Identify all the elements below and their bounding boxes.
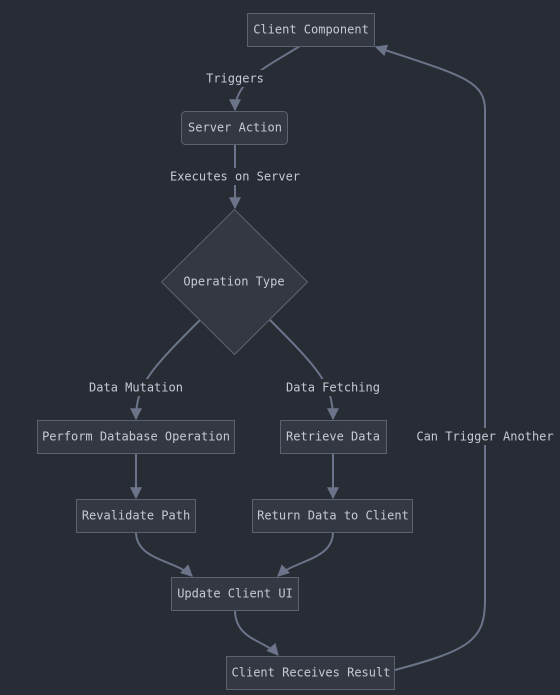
svg-text:Data Fetching: Data Fetching (286, 381, 380, 395)
svg-text:Triggers: Triggers (206, 72, 264, 86)
svg-text:Server Action: Server Action (188, 121, 282, 135)
node-return-data: Return Data to Client (252, 499, 413, 533)
label-fetching: Data Fetching (283, 379, 383, 396)
node-operation-type: Operation Type (160, 208, 309, 356)
svg-text:Revalidate Path: Revalidate Path (82, 509, 190, 523)
svg-text:Retrieve Data: Retrieve Data (286, 430, 380, 444)
node-update-ui: Update Client UI (171, 577, 299, 611)
node-client-receives: Client Receives Result (226, 656, 395, 690)
svg-text:Client Component: Client Component (253, 23, 369, 37)
edge-return-update (277, 531, 334, 577)
node-perform-db: Perform Database Operation (37, 420, 235, 454)
svg-text:Update Client UI: Update Client UI (177, 587, 293, 601)
svg-text:Perform Database Operation: Perform Database Operation (42, 430, 230, 444)
svg-text:Data Mutation: Data Mutation (89, 381, 183, 395)
svg-text:Client Receives Result: Client Receives Result (232, 666, 391, 680)
edge-update-receives (234, 609, 279, 656)
flowchart: Triggers Executes on Server Data Mutatio… (37, 13, 556, 690)
edge-revalidate-update (135, 531, 193, 577)
node-client-component: Client Component (247, 13, 375, 47)
label-triggers: Triggers (203, 70, 267, 87)
svg-text:Operation Type: Operation Type (183, 275, 284, 289)
svg-text:Executes on Server: Executes on Server (170, 170, 300, 184)
node-server-action: Server Action (181, 111, 288, 145)
edge-fetching (269, 319, 339, 421)
node-revalidate-path: Revalidate Path (76, 499, 196, 533)
svg-text:Return Data to Client: Return Data to Client (257, 509, 409, 523)
edge-mutation (130, 319, 201, 421)
label-can-trigger: Can Trigger Another (414, 428, 556, 445)
svg-text:Can Trigger Another: Can Trigger Another (416, 430, 553, 444)
label-mutation: Data Mutation (86, 379, 186, 396)
node-retrieve-data: Retrieve Data (280, 420, 387, 454)
label-executes: Executes on Server (168, 168, 302, 185)
edge-can-trigger (374, 44, 486, 671)
